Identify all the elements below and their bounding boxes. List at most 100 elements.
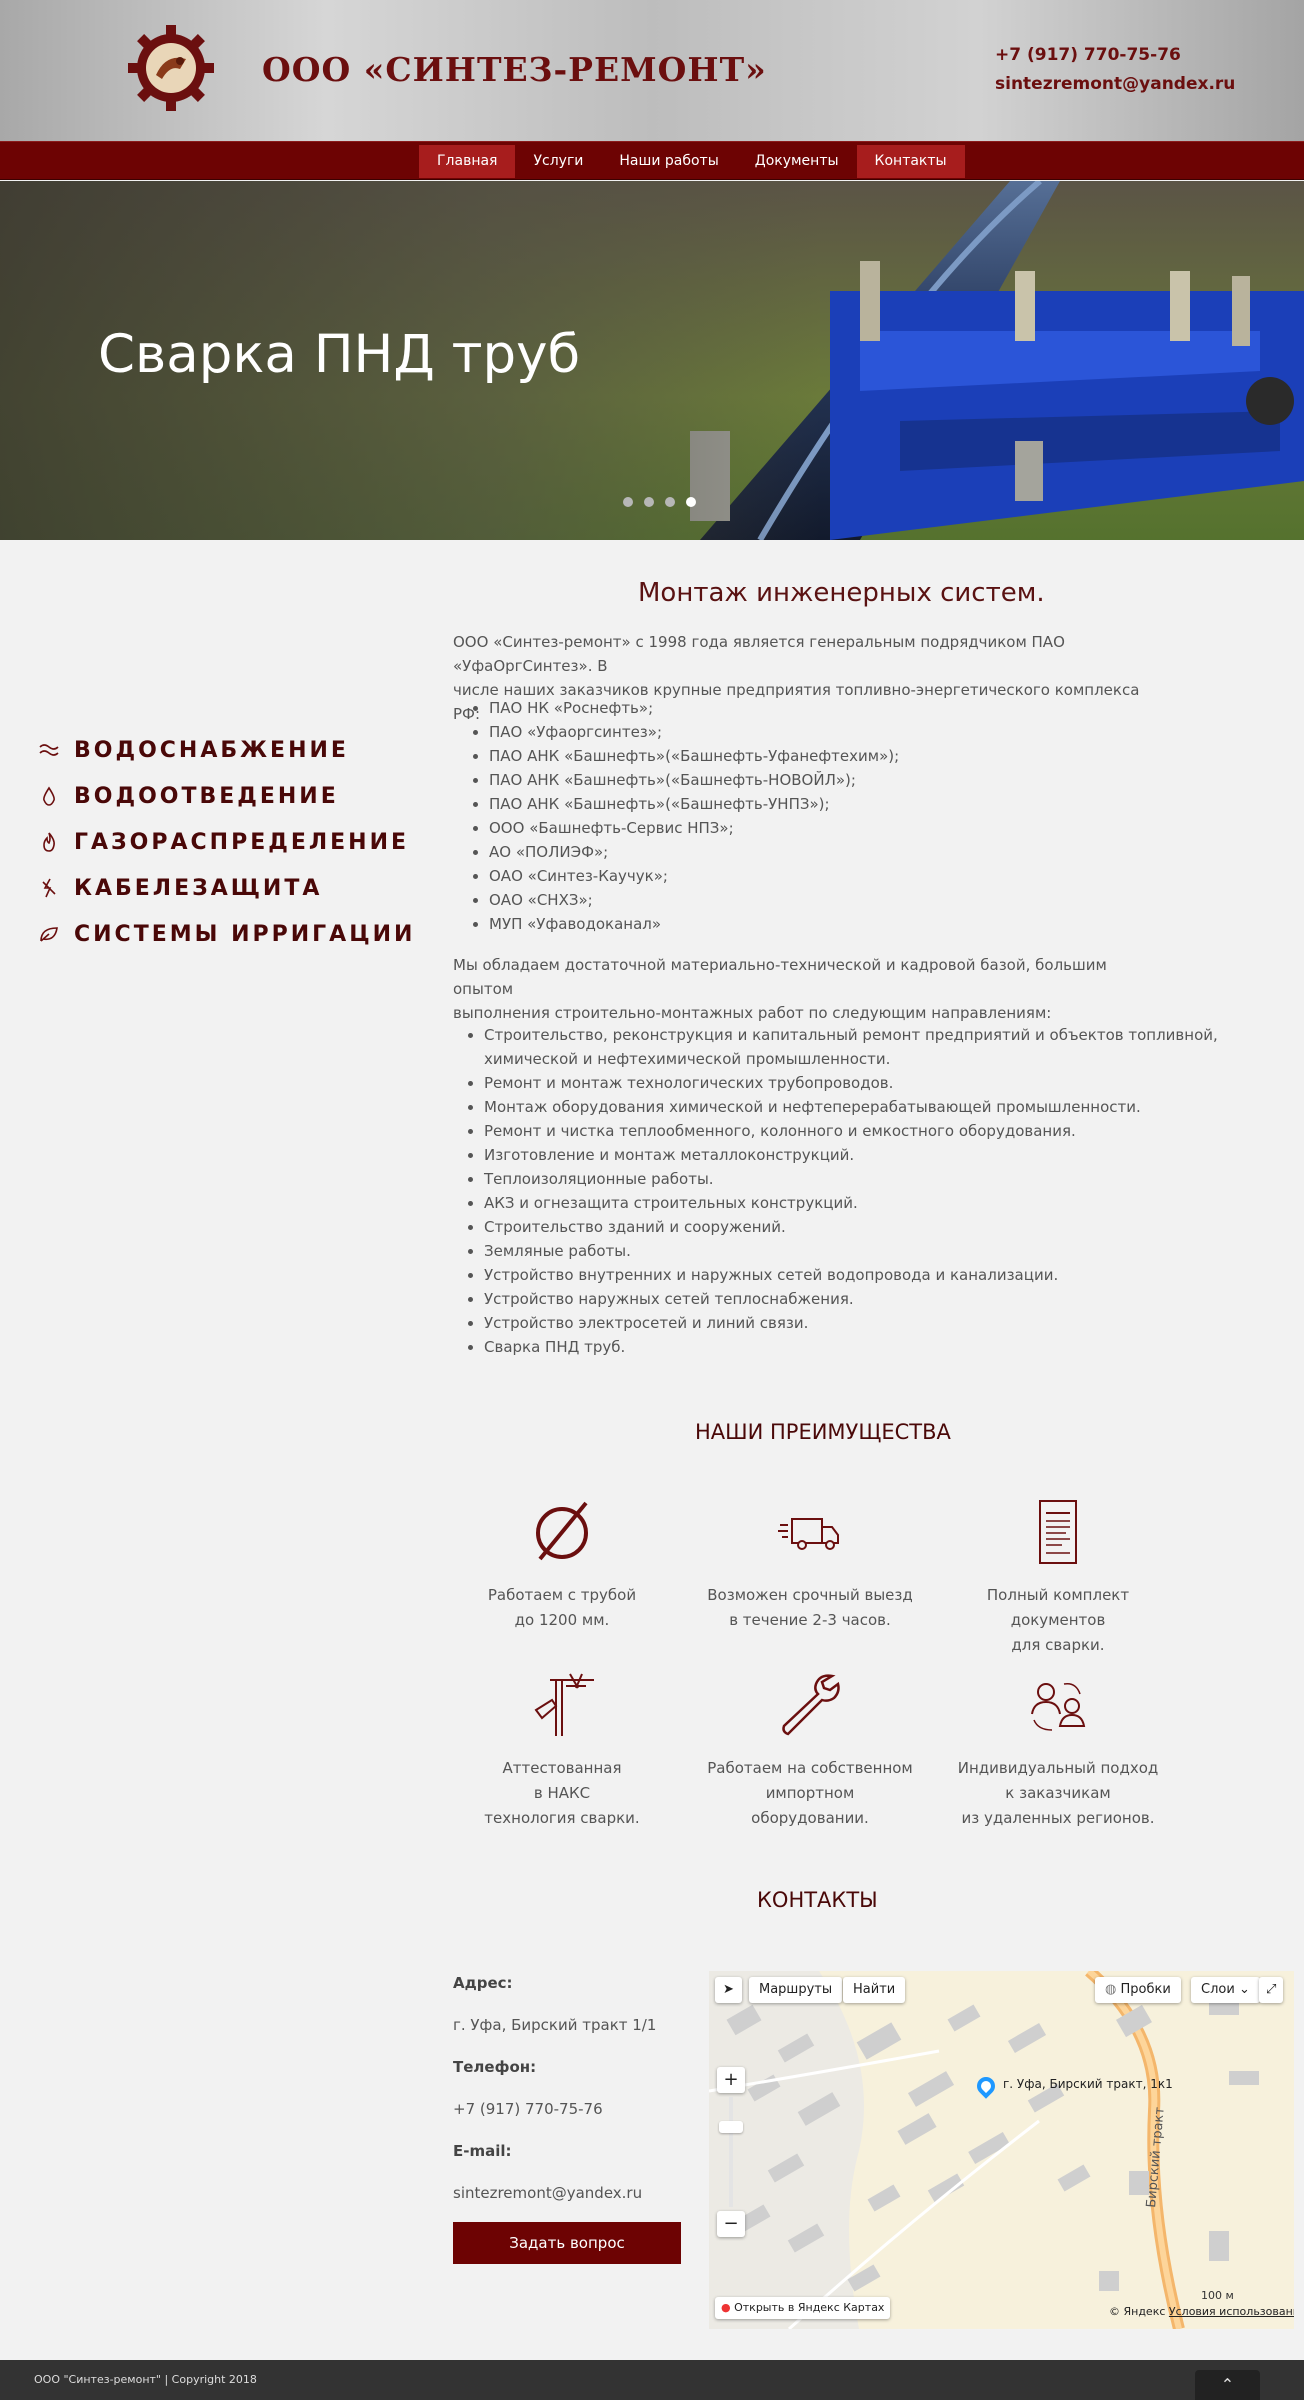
company-name: ООО «СИНТЕЗ-РЕМОНТ»: [262, 50, 767, 89]
slider-dot[interactable]: [644, 497, 654, 507]
delivery-truck-icon: [778, 1518, 839, 1550]
advantage-card: Полный комплект документов для сварки.: [948, 1497, 1168, 1654]
side-menu-label: СИСТЕМЫ ИРРИГАЦИИ: [74, 921, 416, 947]
side-menu-label: ВОДООТВЕДЕНИЕ: [74, 783, 339, 809]
scale-text: 100 м: [1201, 2289, 1234, 2302]
text-line: оборудовании.: [751, 1809, 869, 1827]
nav-item-services[interactable]: Услуги: [515, 145, 601, 178]
list-item: Земляные работы.: [484, 1239, 1218, 1263]
side-menu-item-drainage[interactable]: ВОДООТВЕДЕНИЕ: [38, 781, 339, 811]
zoom-slider[interactable]: [729, 2097, 733, 2207]
slider-dot-active[interactable]: [686, 497, 696, 507]
list-item: ПАО АНК «Башнефть»(«Башнефть-УНПЗ»);: [489, 792, 899, 816]
map-canvas[interactable]: [709, 1971, 1294, 2329]
list-item: Ремонт и монтаж технологических трубопро…: [484, 1071, 1218, 1095]
services-list: Строительство, реконструкция и капитальн…: [484, 1023, 1218, 1359]
chevron-down-icon: ⌄: [1238, 1982, 1250, 1997]
map-pin-icon: ●: [721, 2301, 731, 2314]
slider-dot[interactable]: [665, 497, 675, 507]
text-line: в течение 2-3 часов.: [729, 1611, 891, 1629]
advantages-title: НАШИ ПРЕИМУЩЕСТВА: [695, 1420, 951, 1444]
side-menu-item-cable-protection[interactable]: КАБЕЛЕЗАЩИТА: [38, 873, 322, 903]
text-line: Индивидуальный подход: [957, 1759, 1159, 1777]
advantage-text: Работаем на собственном импортном оборуд…: [700, 1756, 920, 1831]
advantage-card: Работаем с трубой до 1200 мм.: [452, 1497, 672, 1637]
pipe-diameter-icon: [536, 1501, 588, 1561]
list-item: Устройство наружных сетей теплоснабжения…: [484, 1287, 1218, 1311]
address-value: г. Уфа, Бирский тракт 1/1: [453, 2016, 657, 2034]
advantage-text: Аттестованная в НАКС технология сварки.: [452, 1756, 672, 1831]
wrench-icon: [782, 1674, 840, 1736]
footer-copyright: ООО "Синтез-ремонт" | Copyright 2018: [34, 2373, 257, 2386]
scroll-to-top-button[interactable]: ⌃: [1195, 2370, 1260, 2400]
fullscreen-button[interactable]: ⤢: [1259, 1977, 1284, 2003]
text-line: Работаем с трубой: [487, 1586, 637, 1604]
list-item-continuation: химической и нефтехимической промышленно…: [484, 1050, 891, 1068]
advantage-card: Индивидуальный подход к заказчикам из уд…: [948, 1670, 1168, 1830]
list-item: АО «ПОЛИЭФ»;: [489, 840, 899, 864]
site-header: ООО «СИНТЕЗ-РЕМОНТ» +7 (917) 770-75-76 s…: [0, 0, 1304, 141]
zoom-slider-handle[interactable]: [719, 2121, 743, 2133]
nav-item-contacts[interactable]: Контакты: [856, 145, 965, 178]
text-line: Аттестованная: [502, 1759, 622, 1777]
text-line: ООО «Синтез-ремонт» с 1998 года является…: [453, 633, 1065, 675]
advantage-card: Возможен срочный выезд в течение 2-3 час…: [700, 1497, 920, 1637]
traffic-button[interactable]: ◍ Пробки: [1095, 1977, 1181, 2003]
expand-icon: ⤢: [1266, 1982, 1277, 1997]
side-menu-item-gas[interactable]: ГАЗОРАСПРЕДЕЛЕНИЕ: [38, 827, 409, 857]
hero-title: Сварка ПНД труб: [98, 324, 581, 385]
find-button[interactable]: Найти: [843, 1977, 906, 2003]
geolocation-button[interactable]: ➤: [715, 1977, 742, 2003]
zoom-in-button[interactable]: +: [717, 2067, 745, 2093]
list-item: ПАО АНК «Башнефть»(«Башнефть-НОВОЙЛ»);: [489, 768, 899, 792]
list-item: АКЗ и огнезащита строительных конструкци…: [484, 1191, 1218, 1215]
list-item: Монтаж оборудования химической и нефтепе…: [484, 1095, 1218, 1119]
nav-item-works[interactable]: Наши работы: [601, 145, 736, 178]
zoom-out-button[interactable]: −: [717, 2211, 745, 2237]
slider-dot[interactable]: [623, 497, 633, 507]
list-item: Ремонт и чистка теплообменного, колонног…: [484, 1119, 1218, 1143]
list-item: ОАО «СНХЗ»;: [489, 888, 899, 912]
drop-icon: [38, 785, 60, 807]
email-value[interactable]: sintezremont@yandex.ru: [453, 2184, 642, 2202]
side-menu-item-irrigation[interactable]: СИСТЕМЫ ИРРИГАЦИИ: [38, 919, 415, 949]
nav-item-documents[interactable]: Документы: [737, 145, 857, 178]
text-line: технология сварки.: [484, 1809, 640, 1827]
side-menu-label: КАБЕЛЕЗАЩИТА: [74, 875, 323, 901]
nav-item-home[interactable]: Главная: [419, 145, 516, 178]
text-line: в НАКС: [533, 1784, 591, 1802]
routes-button[interactable]: Маршруты: [749, 1977, 843, 2003]
people-icon: [1031, 1682, 1086, 1731]
ask-question-button[interactable]: Задать вопрос: [453, 2222, 681, 2264]
list-item: ПАО АНК «Башнефть»(«Башнефть-Уфанефтехим…: [489, 744, 899, 768]
address-label: Адрес:: [453, 1974, 513, 1992]
document-icon: [1039, 1500, 1077, 1564]
advantage-text: Возможен срочный выезд в течение 2-3 час…: [700, 1583, 920, 1633]
side-menu-item-water-supply[interactable]: ВОДОСНАБЖЕНИЕ: [38, 735, 349, 765]
list-item: Сварка ПНД труб.: [484, 1335, 1218, 1359]
welding-icon: [534, 1673, 594, 1736]
yandex-map[interactable]: ➤ Маршруты Найти ◍ Пробки Слои ⌄ ⤢ + − г…: [709, 1971, 1294, 2329]
list-item: ПАО «Уфаоргсинтез»;: [489, 720, 899, 744]
layers-label: Слои: [1201, 1982, 1235, 1997]
list-item: ПАО НК «Роснефть»;: [489, 696, 899, 720]
header-email[interactable]: sintezremont@yandex.ru: [995, 74, 1235, 94]
layers-button[interactable]: Слои ⌄: [1191, 1977, 1260, 2003]
list-item: Устройство электросетей и линий связи.: [484, 1311, 1218, 1335]
map-marker-label: г. Уфа, Бирский тракт, 1к1: [1003, 2077, 1173, 2091]
text-line: Возможен срочный выезд: [707, 1586, 913, 1604]
phone-value[interactable]: +7 (917) 770-75-76: [453, 2100, 603, 2118]
advantage-text: Работаем с трубой до 1200 мм.: [452, 1583, 672, 1633]
phone-label: Телефон:: [453, 2058, 537, 2076]
header-phone[interactable]: +7 (917) 770-75-76: [995, 45, 1181, 65]
text-line: Работаем на собственном: [707, 1759, 913, 1777]
open-in-yandex-link[interactable]: ● Открыть в Яндекс Картах: [715, 2297, 891, 2319]
list-item: Устройство внутренних и наружных сетей в…: [484, 1263, 1218, 1287]
geolocation-arrow-icon: ➤: [723, 1982, 734, 1997]
text-line: Мы обладаем достаточной материально-техн…: [453, 956, 1107, 998]
terms-link[interactable]: Условия использования: [1169, 2305, 1294, 2318]
hero-slider: Сварка ПНД труб: [0, 181, 1304, 540]
list-item: Строительство зданий и сооружений.: [484, 1215, 1218, 1239]
logo-gear-icon[interactable]: [128, 25, 214, 111]
advantage-card: Аттестованная в НАКС технология сварки.: [452, 1670, 672, 1830]
